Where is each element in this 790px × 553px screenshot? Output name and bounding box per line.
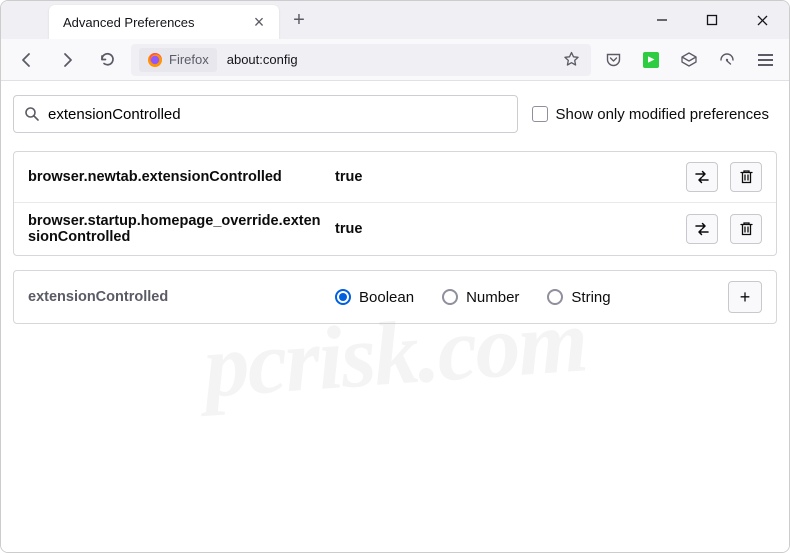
window-controls [643, 4, 781, 36]
titlebar: Advanced Preferences × + [1, 1, 789, 39]
results-list: browser.newtab.extensionControlled true … [13, 151, 777, 256]
search-input[interactable] [40, 106, 507, 123]
pref-row: browser.startup.homepage_override.extens… [14, 202, 776, 255]
firefox-icon [147, 52, 163, 68]
radio-icon [547, 289, 563, 305]
radio-label: Number [466, 289, 519, 306]
add-pref-row: extensionControlled Boolean Number Strin… [14, 271, 776, 323]
tab-title: Advanced Preferences [63, 15, 249, 30]
content-area: Show only modified preferences browser.n… [1, 81, 789, 552]
close-window-button[interactable] [743, 4, 781, 36]
add-pref-name: extensionControlled [28, 289, 323, 305]
app-menu-button[interactable] [751, 46, 779, 74]
search-row: Show only modified preferences [13, 95, 777, 133]
pref-name: browser.startup.homepage_override.extens… [28, 213, 323, 245]
urlbar-identity-label: Firefox [169, 52, 209, 67]
forward-button[interactable] [51, 44, 83, 76]
toggle-button[interactable] [686, 214, 718, 244]
delete-button[interactable] [730, 162, 762, 192]
add-pref-box: extensionControlled Boolean Number Strin… [13, 270, 777, 324]
pocket-icon[interactable] [599, 46, 627, 74]
pref-name: browser.newtab.extensionControlled [28, 169, 323, 185]
checkbox-icon [532, 106, 548, 122]
radio-label: Boolean [359, 289, 414, 306]
radio-boolean[interactable]: Boolean [335, 289, 414, 306]
pref-row: browser.newtab.extensionControlled true [14, 152, 776, 202]
urlbar-identity[interactable]: Firefox [139, 48, 217, 72]
minimize-button[interactable] [643, 4, 681, 36]
search-icon [24, 106, 40, 122]
urlbar[interactable]: Firefox [131, 44, 591, 76]
shield-icon[interactable] [713, 46, 741, 74]
account-icon[interactable] [675, 46, 703, 74]
tab-close-icon[interactable]: × [249, 12, 269, 32]
radio-icon [442, 289, 458, 305]
toolbar: Firefox [1, 39, 789, 81]
radio-icon [335, 289, 351, 305]
radio-number[interactable]: Number [442, 289, 519, 306]
extension-icon[interactable] [637, 46, 665, 74]
back-button[interactable] [11, 44, 43, 76]
type-radio-group: Boolean Number String [335, 289, 716, 306]
urlbar-input[interactable] [223, 52, 553, 67]
search-box[interactable] [13, 95, 518, 133]
pref-value: true [335, 169, 674, 185]
maximize-button[interactable] [693, 4, 731, 36]
radio-string[interactable]: String [547, 289, 610, 306]
delete-button[interactable] [730, 214, 762, 244]
new-tab-button[interactable]: + [283, 4, 315, 36]
checkbox-label: Show only modified preferences [556, 106, 769, 123]
active-tab[interactable]: Advanced Preferences × [49, 5, 279, 39]
radio-label: String [571, 289, 610, 306]
pref-value: true [335, 221, 674, 237]
show-modified-checkbox[interactable]: Show only modified preferences [532, 106, 777, 123]
reload-button[interactable] [91, 44, 123, 76]
bookmark-star-icon[interactable] [559, 48, 583, 72]
toggle-button[interactable] [686, 162, 718, 192]
tab-strip: Advanced Preferences × + [5, 1, 315, 39]
add-button[interactable]: + [728, 281, 762, 313]
